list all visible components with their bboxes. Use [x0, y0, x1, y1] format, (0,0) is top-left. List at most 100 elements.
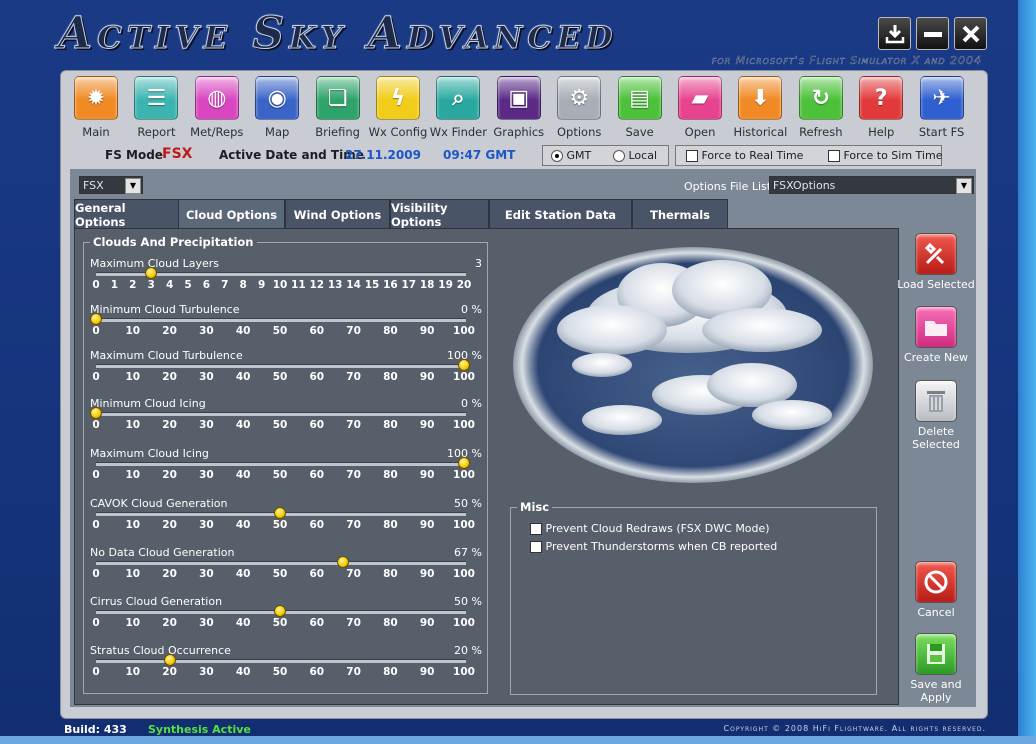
- tab-cloud-options[interactable]: Cloud Options: [178, 199, 285, 229]
- app-subtitle: for Microsoft's Flight Simulator X and 2…: [711, 54, 982, 67]
- tick-label: 100: [453, 469, 475, 481]
- slider-thumb[interactable]: [163, 654, 176, 666]
- slider-ticks: 0 10 20 30 40 50 60 70 80 90 100: [90, 617, 482, 631]
- gmt-radio[interactable]: GMT: [551, 149, 591, 162]
- close-button[interactable]: [954, 17, 987, 50]
- slider-thumb[interactable]: [90, 313, 102, 325]
- tick-label: 11: [291, 279, 306, 291]
- force-real-time-label: Force to Real Time: [701, 149, 804, 162]
- tab-thermals[interactable]: Thermals: [632, 199, 728, 229]
- magnifier-icon-glyph: ⌕: [452, 85, 465, 111]
- toolbar-historical-button[interactable]: ⬇ Historical: [730, 76, 790, 139]
- toolbar-options-button[interactable]: ⚙ Options: [549, 76, 609, 139]
- slider-thumb[interactable]: [145, 267, 158, 279]
- lightning-icon-glyph: ϟ: [390, 85, 406, 111]
- force-sim-time-checkbox[interactable]: Force to Sim Time: [828, 149, 942, 162]
- toolbar-main-button[interactable]: ✹ Main: [66, 76, 126, 139]
- slider-value: 0 %: [461, 303, 482, 316]
- toolbar-label: Wx Finder: [429, 125, 487, 139]
- toolbar-save-button[interactable]: ▤ Save: [610, 76, 670, 139]
- tick-label: 0: [92, 419, 100, 431]
- tick-label: 0: [92, 325, 100, 337]
- slider-track[interactable]: [96, 659, 466, 663]
- load-selected-button[interactable]: Load Selected: [896, 233, 976, 291]
- local-radio[interactable]: Local: [613, 149, 657, 162]
- save-apply-button[interactable]: Save and Apply: [896, 633, 976, 704]
- cancel-icon: [915, 561, 957, 603]
- toolbar-wx-config-button[interactable]: ϟ Wx Config: [368, 76, 428, 139]
- tick-label: 1: [110, 279, 119, 291]
- minimize-button[interactable]: [916, 17, 949, 50]
- tab-wind-options[interactable]: Wind Options: [285, 199, 390, 229]
- save-apply-label: Save and Apply: [910, 678, 962, 704]
- slider-track[interactable]: [96, 412, 466, 416]
- documents-icon-glyph: ❏: [327, 85, 348, 111]
- toolbar-refresh-button[interactable]: ↻ Refresh: [791, 76, 851, 139]
- tick-label: 20: [162, 371, 177, 383]
- tick-label: 13: [327, 279, 343, 291]
- gmt-radio-dot: [551, 150, 563, 162]
- tick-label: 100: [453, 325, 475, 337]
- prevent-cloud-redraws-checkbox[interactable]: Prevent Cloud Redraws (FSX DWC Mode): [530, 522, 770, 535]
- tick-label: 10: [125, 519, 141, 531]
- options-file-label: Options File List: [684, 180, 772, 193]
- slider-track[interactable]: [96, 462, 466, 466]
- slider-ticks: 0 10 20 30 40 50 60 70 80 90 100: [90, 568, 482, 582]
- slider-maximum-cloud-turbulence: Maximum Cloud Turbulence 100 % 0 10 20 30 40 50…: [90, 349, 482, 397]
- slider-track[interactable]: [96, 561, 466, 565]
- toolbar-report-button[interactable]: ☰ Report: [126, 76, 186, 139]
- tick-label: 80: [383, 419, 398, 431]
- delete-selected-label: Delete Selected: [912, 425, 960, 451]
- fs-select[interactable]: FSX ▼: [79, 176, 143, 194]
- toolbar-help-button[interactable]: ? Help: [851, 76, 911, 139]
- options-file-select[interactable]: FSXOptions ▼: [769, 176, 974, 194]
- toolbar-wx-finder-button[interactable]: ⌕ Wx Finder: [428, 76, 488, 139]
- download-icon: [885, 24, 904, 43]
- tick-label: 50: [272, 469, 288, 481]
- tick-label: 40: [235, 568, 251, 580]
- toolbar-briefing-button[interactable]: ❏ Briefing: [308, 76, 368, 139]
- slider-track[interactable]: [96, 318, 466, 322]
- slider-thumb[interactable]: [274, 605, 286, 617]
- cancel-button[interactable]: Cancel: [896, 561, 976, 619]
- tick-label: 20: [162, 568, 177, 580]
- toolbar-met-reps-button[interactable]: ◍ Met/Reps: [187, 76, 247, 139]
- slider-thumb[interactable]: [458, 457, 470, 469]
- globe-icon-glyph: ◍: [207, 85, 227, 111]
- tab-general-options[interactable]: General Options: [74, 199, 179, 229]
- toolbar-label: Help: [868, 125, 895, 139]
- download-window-button[interactable]: [878, 17, 911, 50]
- slider-thumb[interactable]: [336, 556, 349, 568]
- cancel-label: Cancel: [917, 606, 955, 619]
- prevent-cloud-redraws-box: [530, 523, 542, 535]
- toolbar-start-fs-button[interactable]: ✈ Start FS: [912, 76, 972, 139]
- tick-label: 10: [125, 568, 141, 580]
- slider-label: CAVOK Cloud Generation: [90, 497, 228, 510]
- force-real-time-checkbox[interactable]: Force to Real Time: [686, 149, 803, 162]
- tick-label: 20: [162, 617, 177, 629]
- slider-track[interactable]: [96, 364, 466, 368]
- tab-edit-station-data[interactable]: Edit Station Data: [489, 199, 632, 229]
- toolbar-map-button[interactable]: ◉ Map: [247, 76, 307, 139]
- slider-thumb[interactable]: [458, 359, 470, 371]
- slider-thumb[interactable]: [274, 507, 286, 519]
- tick-label: 90: [419, 469, 435, 481]
- build-number: Build: 433: [64, 723, 127, 736]
- delete-selected-button[interactable]: Delete Selected: [896, 380, 976, 451]
- tick-label: 18: [419, 279, 435, 291]
- toolbar-open-button[interactable]: ▰ Open: [670, 76, 730, 139]
- tick-label: 0: [92, 617, 100, 629]
- tick-label: 80: [383, 617, 398, 629]
- create-new-button[interactable]: Create New: [896, 306, 976, 364]
- active-date-value: 27.11.2009: [345, 148, 421, 162]
- prevent-thunderstorms-checkbox[interactable]: Prevent Thunderstorms when CB reported: [530, 540, 777, 553]
- slider-label: Maximum Cloud Icing: [90, 447, 209, 460]
- tick-label: 19: [438, 279, 453, 291]
- slider-thumb[interactable]: [90, 407, 102, 419]
- tick-label: 100: [453, 419, 475, 431]
- toolbar-graphics-button[interactable]: ▣ Graphics: [489, 76, 549, 139]
- tick-label: 50: [272, 325, 288, 337]
- tick-label: 90: [419, 325, 435, 337]
- tick-label: 90: [419, 568, 435, 580]
- tab-visibility-options[interactable]: Visibility Options: [390, 199, 489, 229]
